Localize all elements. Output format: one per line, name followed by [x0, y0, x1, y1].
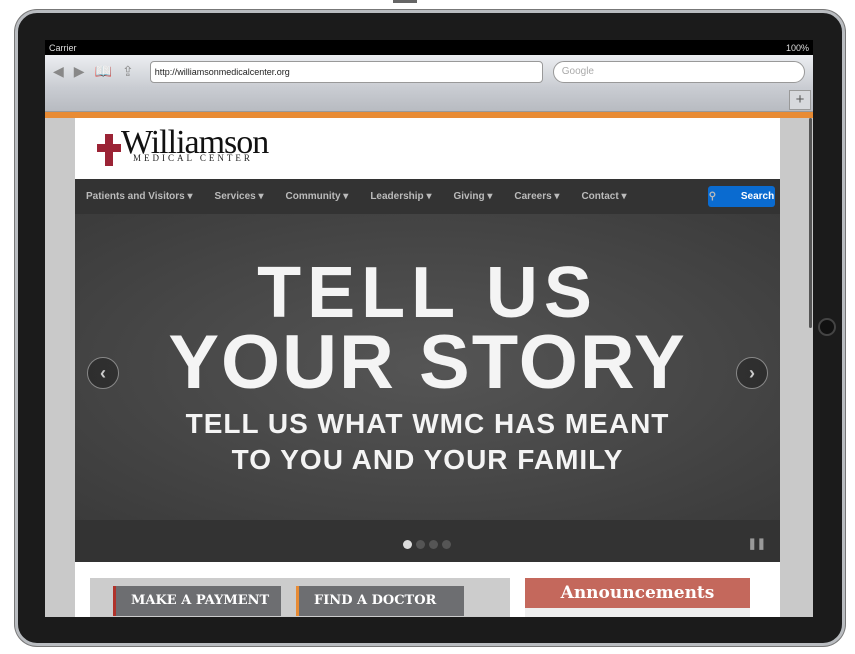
home-button[interactable]	[818, 318, 836, 336]
url-field[interactable]: http://williamsonmedicalcenter.org	[149, 60, 543, 83]
announcement-image[interactable]	[525, 608, 750, 617]
prev-slide-button[interactable]: ‹	[87, 357, 119, 389]
slide-dots	[403, 540, 451, 549]
nav-giving[interactable]: Giving ▾	[453, 191, 492, 202]
pause-icon[interactable]: ❚❚	[748, 537, 766, 550]
content-area: MAKE A PAYMENT FIND A DOCTOR Announcemen…	[75, 562, 780, 617]
next-slide-button[interactable]: ›	[736, 357, 768, 389]
share-icon[interactable]: ⇪	[122, 63, 134, 80]
hero-banner[interactable]: TELL US YOUR STORY TELL US WHAT WMC HAS …	[75, 214, 780, 520]
webpage: Williamson MEDICAL CENTER Patients and V…	[75, 118, 780, 617]
make-payment-button[interactable]: MAKE A PAYMENT	[113, 586, 281, 616]
search-icon: ⚲	[708, 191, 719, 202]
search-field[interactable]: Google	[552, 60, 805, 83]
carrier: Carrier	[49, 42, 77, 53]
tab-bar: +	[45, 88, 813, 112]
device-top-button	[393, 0, 417, 3]
logo-sub: MEDICAL CENTER	[133, 153, 253, 163]
quick-links: MAKE A PAYMENT FIND A DOCTOR	[90, 578, 510, 617]
status-bar: Carrier 100%	[45, 40, 813, 55]
bookmarks-icon[interactable]: 📖	[95, 63, 112, 80]
battery: 100%	[785, 42, 809, 53]
search-button[interactable]: ⚲ Search	[708, 186, 775, 207]
nav-leadership[interactable]: Leadership ▾	[370, 191, 431, 202]
back-icon[interactable]: ◀	[53, 63, 64, 80]
forward-icon[interactable]: ▶	[74, 63, 85, 80]
logo-cross-icon	[97, 134, 121, 166]
logo[interactable]: Williamson MEDICAL CENTER	[75, 118, 780, 179]
nav-contact[interactable]: Contact ▾	[581, 191, 626, 202]
announcements-heading: Announcements	[525, 578, 750, 608]
banner-line2: YOUR STORY	[168, 320, 687, 405]
nav-patients[interactable]: Patients and Visitors ▾	[86, 191, 193, 202]
banner-subtitle: TELL US WHAT WMC HAS MEANT TO YOU AND YOU…	[185, 408, 670, 475]
main-nav: Patients and Visitors ▾ Services ▾ Commu…	[75, 179, 780, 214]
nav-services[interactable]: Services ▾	[215, 191, 264, 202]
new-tab-button[interactable]: +	[789, 90, 811, 110]
nav-careers[interactable]: Careers ▾	[514, 191, 559, 202]
slide-dot[interactable]	[403, 540, 412, 549]
browser-toolbar: ◀ ▶ 📖 ⇪ http://williamsonmedicalcenter.o…	[45, 55, 813, 88]
screen: Carrier 100% ◀ ▶ 📖 ⇪ http://williamsonme…	[45, 40, 813, 617]
nav-community[interactable]: Community ▾	[286, 191, 349, 202]
slider-controls: ❚❚	[75, 520, 780, 562]
slide-dot[interactable]	[442, 540, 451, 549]
find-doctor-button[interactable]: FIND A DOCTOR	[296, 586, 464, 616]
slide-dot[interactable]	[429, 540, 438, 549]
scrollbar[interactable]	[809, 118, 812, 328]
slide-dot[interactable]	[416, 540, 425, 549]
